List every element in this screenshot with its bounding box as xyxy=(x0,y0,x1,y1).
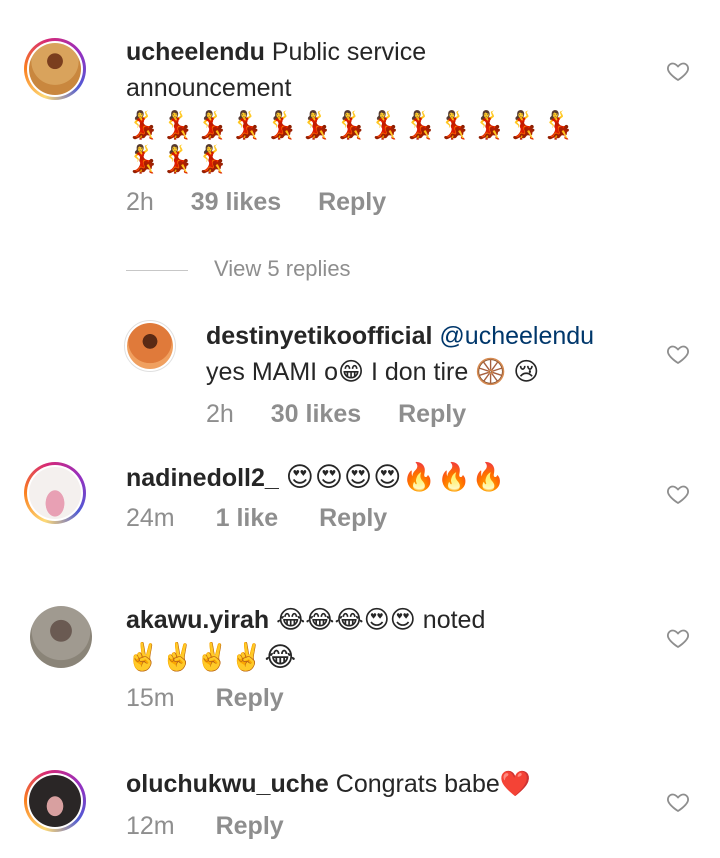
comment-text: 😂😂😂😍😍 noted xyxy=(276,606,486,634)
avatar[interactable] xyxy=(30,606,92,668)
heart-outline-icon[interactable] xyxy=(666,626,690,650)
comment-meta: 24m 1 like Reply xyxy=(126,504,387,533)
mention-link[interactable]: @ucheelendu xyxy=(439,322,594,350)
timestamp: 15m xyxy=(126,684,175,712)
emoji-line: 💃💃💃 xyxy=(126,144,230,175)
reply-button[interactable]: Reply xyxy=(398,400,466,429)
reply-button[interactable]: Reply xyxy=(216,684,284,713)
emoji-line: 💃💃💃💃💃💃💃💃💃💃💃💃💃 xyxy=(126,110,577,141)
comment-meta: 12m Reply xyxy=(126,812,284,841)
comment-text-continued: announcement xyxy=(126,74,292,102)
username[interactable]: destinyetikoofficial xyxy=(206,322,432,350)
timestamp: 2h xyxy=(126,188,154,216)
comment-text: Congrats babe❤️ xyxy=(335,770,531,798)
avatar[interactable] xyxy=(24,462,86,524)
comment-meta: 2h 39 likes Reply xyxy=(126,188,386,217)
comment-body: destinyetikoofficial @ucheelendu yes MAM… xyxy=(206,318,656,390)
username[interactable]: ucheelendu xyxy=(126,38,265,66)
comment-body: akawu.yirah 😂😂😂😍😍 noted xyxy=(126,602,646,638)
reply-button[interactable]: Reply xyxy=(216,812,284,841)
emoji-line: ✌️✌️✌️✌️😂 xyxy=(126,642,298,673)
avatar-photo xyxy=(29,775,81,827)
username[interactable]: oluchukwu_uche xyxy=(126,770,329,798)
view-replies-label: View 5 replies xyxy=(214,256,351,281)
likes-count[interactable]: 30 likes xyxy=(271,400,361,429)
comment-meta: 15m Reply xyxy=(126,684,284,713)
comment-meta: 2h 30 likes Reply xyxy=(206,400,466,429)
heart-outline-icon[interactable] xyxy=(666,790,690,814)
username[interactable]: akawu.yirah xyxy=(126,606,269,634)
avatar-photo xyxy=(29,467,81,519)
avatar[interactable] xyxy=(24,38,86,100)
comment-body: oluchukwu_uche Congrats babe❤️ xyxy=(126,766,646,802)
comment-text: yes MAMI o😁 I don tire 🛞 😢 xyxy=(206,358,540,386)
avatar-photo xyxy=(29,43,81,95)
heart-outline-icon[interactable] xyxy=(666,342,690,366)
heart-outline-icon[interactable] xyxy=(666,59,690,83)
avatar-photo xyxy=(127,323,173,369)
heart-outline-icon[interactable] xyxy=(666,482,690,506)
likes-count[interactable]: 39 likes xyxy=(191,188,281,217)
timestamp: 2h xyxy=(206,400,234,428)
timestamp: 24m xyxy=(126,504,175,532)
reply-button[interactable]: Reply xyxy=(318,188,386,217)
comment-text: Public service xyxy=(271,38,427,66)
likes-count[interactable]: 1 like xyxy=(216,504,279,533)
avatar[interactable] xyxy=(122,318,178,374)
comment-text: 😍😍😍😍🔥🔥🔥 xyxy=(285,462,507,493)
comment-body: nadinedoll2_ 😍😍😍😍🔥🔥🔥 xyxy=(126,460,646,496)
divider xyxy=(126,270,188,271)
comment-body: ucheelendu Public service announcement xyxy=(126,34,646,106)
avatar-photo xyxy=(30,606,92,668)
username[interactable]: nadinedoll2_ xyxy=(126,464,279,492)
avatar[interactable] xyxy=(24,770,86,832)
timestamp: 12m xyxy=(126,812,175,840)
reply-button[interactable]: Reply xyxy=(319,504,387,533)
